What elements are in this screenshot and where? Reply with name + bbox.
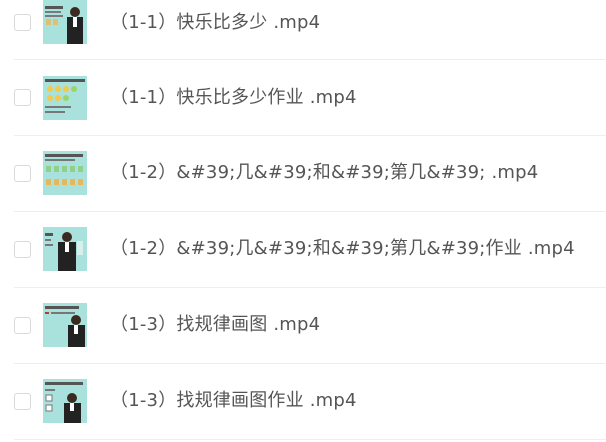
row-checkbox[interactable]	[14, 317, 31, 334]
file-name[interactable]: （1-2）&#39;几&#39;和&#39;第几&#39; .mp4	[110, 162, 538, 184]
file-row[interactable]: （1-3）找规律画图作业 .mp4	[0, 364, 606, 440]
file-row[interactable]: （1-2）&#39;几&#39;和&#39;第几&#39;作业 .mp4	[0, 212, 606, 288]
row-divider	[14, 439, 606, 440]
video-thumbnail	[43, 151, 87, 195]
video-thumbnail	[43, 0, 87, 44]
video-thumbnail	[43, 76, 87, 120]
video-file-list: （1-1）快乐比多少 .mp4 （1-1）快乐比多少作业 .mp4 （1-2）&…	[0, 0, 606, 442]
video-thumbnail	[43, 303, 87, 347]
file-row[interactable]: （1-1）快乐比多少作业 .mp4	[0, 60, 606, 136]
file-name[interactable]: （1-3）找规律画图 .mp4	[110, 314, 320, 336]
file-row[interactable]: （1-3）找规律画图 .mp4	[0, 288, 606, 364]
row-checkbox[interactable]	[14, 89, 31, 106]
file-name[interactable]: （1-1）快乐比多少 .mp4	[110, 12, 320, 34]
row-checkbox[interactable]	[14, 393, 31, 410]
row-checkbox[interactable]	[14, 165, 31, 182]
file-row[interactable]: （1-1）快乐比多少 .mp4	[0, 0, 606, 60]
file-row[interactable]: （1-2）&#39;几&#39;和&#39;第几&#39; .mp4	[0, 136, 606, 212]
row-checkbox[interactable]	[14, 14, 31, 31]
file-name[interactable]: （1-1）快乐比多少作业 .mp4	[110, 87, 357, 109]
video-thumbnail	[43, 379, 87, 423]
row-checkbox[interactable]	[14, 241, 31, 258]
file-name[interactable]: （1-3）找规律画图作业 .mp4	[110, 390, 357, 412]
video-thumbnail	[43, 227, 87, 271]
file-name[interactable]: （1-2）&#39;几&#39;和&#39;第几&#39;作业 .mp4	[110, 238, 575, 260]
